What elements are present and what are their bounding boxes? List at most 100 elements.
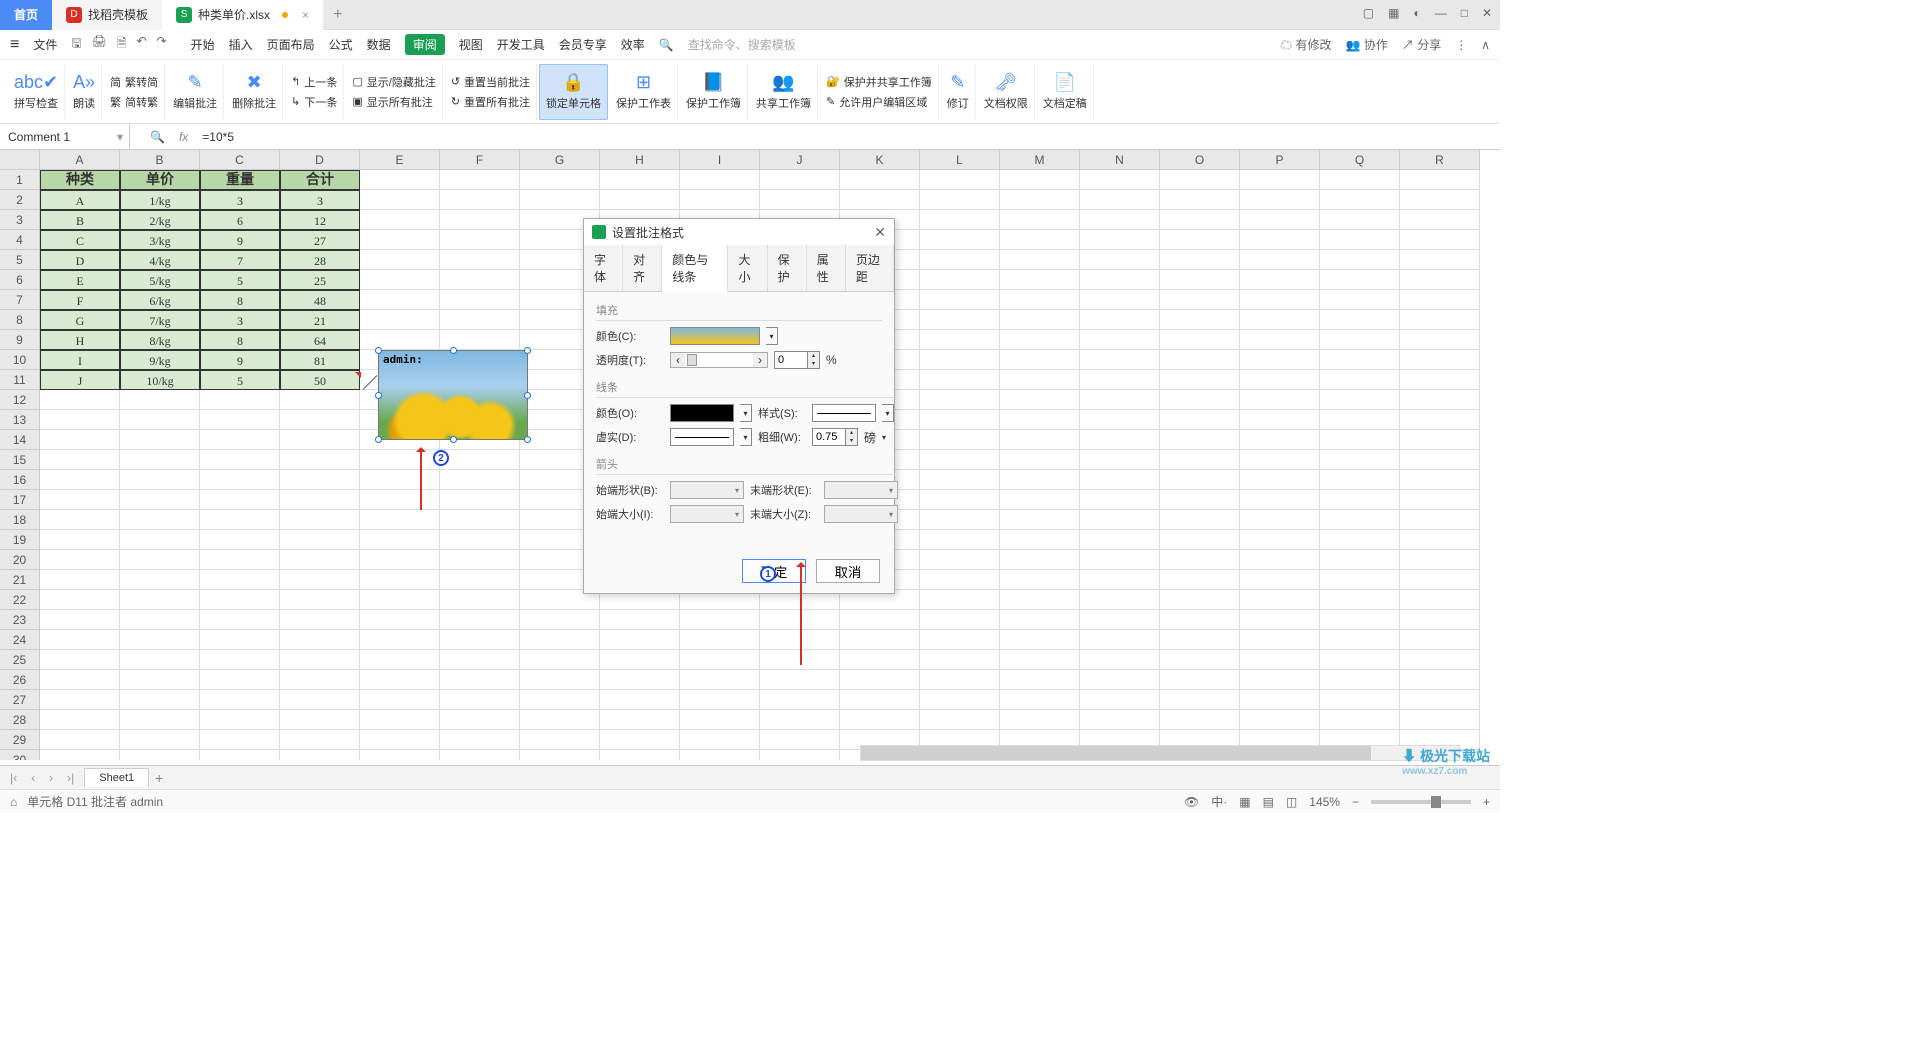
spellcheck-button[interactable]: abc✔拼写检查 <box>8 64 65 120</box>
line-style-swatch[interactable] <box>812 404 876 422</box>
coop-button[interactable]: 👥 协作 <box>1346 36 1388 53</box>
fill-color-dropdown[interactable]: ▾ <box>766 327 778 345</box>
toggle-comment-button[interactable]: ▢ 显示/隐藏批注 <box>352 74 435 90</box>
qat-preview-icon[interactable]: 🗎 <box>117 34 127 55</box>
show-all-comment-button[interactable]: ▣ 显示所有批注 <box>352 94 432 110</box>
reset-all-button[interactable]: ↻ 重置所有批注 <box>451 94 530 110</box>
tab-align[interactable]: 对齐 <box>623 245 662 291</box>
tab-font[interactable]: 字体 <box>584 245 623 291</box>
delete-comment-button[interactable]: ✖删除批注 <box>226 64 283 120</box>
menu-formula[interactable]: 公式 <box>329 36 353 53</box>
horizontal-scrollbar[interactable] <box>860 745 1460 761</box>
protect-share-button[interactable]: 🔐 保护并共享工作簿 <box>826 74 932 90</box>
cjk-icon[interactable]: 中· <box>1211 793 1227 810</box>
prev-comment-button[interactable]: ↰ 上一条 <box>291 74 337 90</box>
allow-edit-button[interactable]: ✎ 允许用户编辑区域 <box>826 94 927 110</box>
view-normal-icon[interactable]: ▦ <box>1239 795 1250 809</box>
search-icon[interactable]: 🔍 <box>659 38 674 52</box>
share-book-button[interactable]: 👥共享工作簿 <box>750 64 818 120</box>
transparency-input[interactable]: ▴▾ <box>774 351 820 369</box>
menu-devtools[interactable]: 开发工具 <box>497 36 545 53</box>
sheet-tab[interactable]: Sheet1 <box>84 768 149 787</box>
menu-review[interactable]: 审阅 <box>405 34 445 55</box>
menu-vip[interactable]: 会员专享 <box>559 36 607 53</box>
tab-protect[interactable]: 保护 <box>768 245 807 291</box>
doc-permission-button[interactable]: 🗝文档权限 <box>978 64 1035 120</box>
add-tab-button[interactable]: + <box>323 6 352 24</box>
view-page-icon[interactable]: ▤ <box>1263 795 1274 809</box>
reset-current-button[interactable]: ↺ 重置当前批注 <box>451 74 530 90</box>
begin-shape-combo[interactable]: ▾ <box>670 481 744 499</box>
line-dash-swatch[interactable] <box>670 428 734 446</box>
dialog-close-icon[interactable]: ✕ <box>874 224 886 241</box>
tab-size[interactable]: 大小 <box>728 245 767 291</box>
tab-colors-lines[interactable]: 颜色与线条 <box>662 245 728 292</box>
hamburger-icon[interactable]: ≡ <box>10 36 19 54</box>
transparency-slider[interactable]: ‹› <box>670 352 768 368</box>
tab-home[interactable]: 首页 <box>0 0 52 30</box>
end-size-combo[interactable]: ▾ <box>824 505 898 523</box>
begin-size-combo[interactable]: ▾ <box>670 505 744 523</box>
view-break-icon[interactable]: ◫ <box>1286 795 1297 809</box>
menu-insert[interactable]: 插入 <box>229 36 253 53</box>
fx-icon[interactable]: fx <box>179 130 188 144</box>
row-headers[interactable]: 1234567891011121314151617181920212223242… <box>0 170 40 760</box>
name-box[interactable]: Comment 1▾ <box>0 124 130 149</box>
sheet-nav-next[interactable]: › <box>45 771 57 785</box>
doc-final-button[interactable]: 📄文档定稿 <box>1037 64 1094 120</box>
tab-properties[interactable]: 属性 <box>807 245 846 291</box>
zoom-out-icon[interactable]: − <box>1352 795 1359 809</box>
menu-file[interactable]: 文件 <box>33 36 57 53</box>
s2t-button[interactable]: 简 繁转简 <box>110 74 158 90</box>
menu-efficiency[interactable]: 效率 <box>621 36 645 53</box>
dialog-titlebar[interactable]: 设置批注格式 ✕ <box>584 219 894 245</box>
protect-sheet-button[interactable]: ⊞保护工作表 <box>610 64 678 120</box>
read-aloud-button[interactable]: A»朗读 <box>67 64 102 120</box>
collapse-ribbon-icon[interactable]: ∧ <box>1481 38 1490 52</box>
comment-box[interactable]: admin: <box>378 350 528 440</box>
sheet-nav-first[interactable]: |‹ <box>6 771 21 785</box>
line-color-dropdown[interactable]: ▾ <box>740 404 752 422</box>
more-icon[interactable]: ⋮ <box>1455 38 1467 52</box>
window-close-icon[interactable]: ✕ <box>1482 6 1492 20</box>
add-sheet-button[interactable]: + <box>155 770 163 786</box>
lock-cell-button[interactable]: 🔒锁定单元格 <box>539 64 608 120</box>
search-hint[interactable]: 查找命令、搜索模板 <box>688 36 796 53</box>
tab-docker[interactable]: D找稻壳模板 <box>52 0 162 30</box>
edit-comment-button[interactable]: ✎编辑批注 <box>167 64 224 120</box>
line-weight-input[interactable]: ▴▾ <box>812 428 858 446</box>
line-style-dropdown[interactable]: ▾ <box>882 404 894 422</box>
menu-data[interactable]: 数据 <box>367 36 391 53</box>
formula-input[interactable]: =10*5 <box>202 130 234 144</box>
qat-print-icon[interactable]: 🖨 <box>92 34 107 55</box>
zoom-value[interactable]: 145% <box>1309 795 1340 809</box>
menu-start[interactable]: 开始 <box>191 36 215 53</box>
qat-redo-icon[interactable]: ↷ <box>157 34 167 55</box>
t2s-button[interactable]: 繁 简转繁 <box>110 94 158 110</box>
track-changes-button[interactable]: ✎修订 <box>941 64 976 120</box>
zoom-in-icon[interactable]: + <box>1483 795 1490 809</box>
qat-save-icon[interactable]: 🖫 <box>71 34 81 55</box>
cancel-button[interactable]: 取消 <box>816 559 880 583</box>
fill-color-swatch[interactable] <box>670 327 760 345</box>
end-shape-combo[interactable]: ▾ <box>824 481 898 499</box>
eye-icon[interactable]: 👁 <box>1184 795 1199 809</box>
avatar-icon[interactable]: ◐ <box>1413 6 1420 20</box>
minimize-icon[interactable]: — <box>1435 6 1447 20</box>
fx-cancel-icon[interactable]: 🔍 <box>150 130 165 144</box>
sheet-nav-last[interactable]: ›| <box>63 771 78 785</box>
next-comment-button[interactable]: ↳ 下一条 <box>291 94 337 110</box>
tab-file-active[interactable]: S种类单价.xlsx× <box>162 0 323 30</box>
maximize-icon[interactable]: □ <box>1461 6 1468 20</box>
select-all-corner[interactable] <box>0 150 40 170</box>
column-headers[interactable]: ABCDEFGHIJKLMNOPQR <box>40 150 1500 170</box>
qat-undo-icon[interactable]: ↶ <box>136 34 146 55</box>
tab-margins[interactable]: 页边距 <box>846 245 894 291</box>
line-dash-dropdown[interactable]: ▾ <box>740 428 752 446</box>
protect-book-button[interactable]: 📘保护工作簿 <box>680 64 748 120</box>
share-button[interactable]: ↗ 分享 <box>1402 36 1441 53</box>
zoom-slider[interactable] <box>1371 800 1471 804</box>
status-mode-icon[interactable]: ⌂ <box>10 795 17 809</box>
line-color-swatch[interactable] <box>670 404 734 422</box>
cloud-unsaved[interactable]: ☁ 有修改 <box>1280 36 1331 53</box>
